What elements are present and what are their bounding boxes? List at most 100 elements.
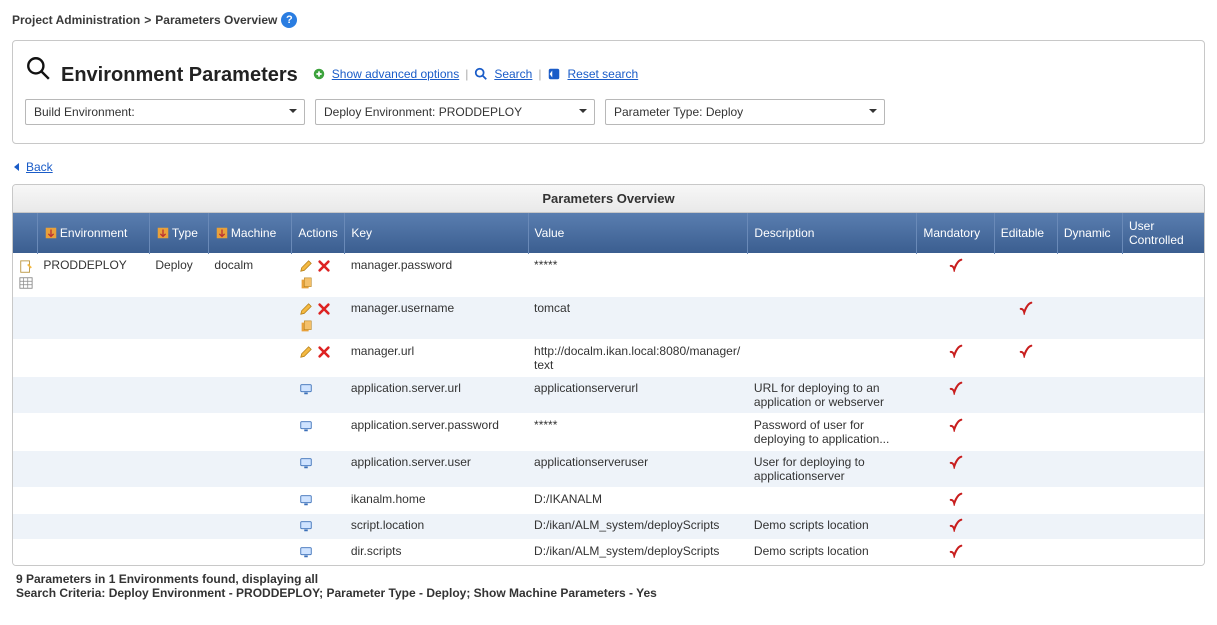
back-link[interactable]: Back xyxy=(12,160,53,174)
row-lead xyxy=(13,297,37,340)
row-lead xyxy=(13,514,37,540)
cell-machine xyxy=(208,514,291,540)
cell-type xyxy=(149,297,208,340)
cell-editable xyxy=(994,514,1057,540)
cell-description xyxy=(748,488,917,514)
cell-key: application.server.url xyxy=(345,377,528,414)
cell-dynamic xyxy=(1057,414,1122,451)
cell-description xyxy=(748,340,917,377)
cell-user xyxy=(1122,340,1204,377)
cell-value: applicationserverurl xyxy=(528,377,748,414)
sort-icon xyxy=(215,226,229,240)
col-actions: Actions xyxy=(292,213,345,254)
cell-description xyxy=(748,297,917,340)
cell-mandatory xyxy=(917,340,994,377)
param-type-select[interactable]: Parameter Type: Deploy xyxy=(605,99,885,125)
cell-editable xyxy=(994,488,1057,514)
cell-actions xyxy=(292,451,345,488)
cell-machine xyxy=(208,414,291,451)
cell-description: User for deploying to applicationserver xyxy=(748,451,917,488)
cell-dynamic xyxy=(1057,254,1122,297)
cell-type xyxy=(149,488,208,514)
deploy-env-select[interactable]: Deploy Environment: PRODDEPLOY xyxy=(315,99,595,125)
cell-environment xyxy=(37,488,149,514)
new-icon[interactable] xyxy=(19,260,31,274)
check-icon xyxy=(923,381,988,395)
results-footer: 9 Parameters in 1 Environments found, di… xyxy=(12,566,1205,606)
edit-icon[interactable] xyxy=(298,258,314,274)
cell-editable xyxy=(994,414,1057,451)
cell-editable xyxy=(994,540,1057,566)
cell-user xyxy=(1122,488,1204,514)
search-small-icon xyxy=(474,67,488,81)
cell-value: D:/ikan/ALM_system/deployScripts xyxy=(528,514,748,540)
machine-icon[interactable] xyxy=(298,492,314,508)
show-advanced-link[interactable]: Show advanced options xyxy=(332,67,459,81)
machine-icon[interactable] xyxy=(298,518,314,534)
check-icon xyxy=(923,258,988,272)
cell-actions xyxy=(292,377,345,414)
copy-icon[interactable] xyxy=(298,319,314,335)
help-icon[interactable]: ? xyxy=(281,12,297,28)
delete-icon[interactable] xyxy=(316,344,332,360)
col-mandatory: Mandatory xyxy=(917,213,994,254)
col-type[interactable]: Type xyxy=(149,213,208,254)
machine-icon[interactable] xyxy=(298,455,314,471)
cell-dynamic xyxy=(1057,540,1122,566)
col-rowactions xyxy=(13,213,37,254)
footer-line2: Search Criteria: Deploy Environment - PR… xyxy=(16,586,1201,600)
cell-actions xyxy=(292,254,345,297)
cell-environment xyxy=(37,377,149,414)
cell-value: D:/IKANALM xyxy=(528,488,748,514)
cell-actions xyxy=(292,297,345,340)
build-env-select[interactable]: Build Environment: xyxy=(25,99,305,125)
cell-description: Demo scripts location xyxy=(748,514,917,540)
cell-key: manager.url xyxy=(345,340,528,377)
cell-environment xyxy=(37,414,149,451)
cell-value: tomcat xyxy=(528,297,748,340)
table-row: dir.scriptsD:/ikan/ALM_system/deployScri… xyxy=(13,540,1204,566)
cell-mandatory xyxy=(917,414,994,451)
sort-icon xyxy=(156,226,170,240)
machine-icon[interactable] xyxy=(298,418,314,434)
cell-key: manager.password xyxy=(345,254,528,297)
cell-type xyxy=(149,451,208,488)
machine-icon[interactable] xyxy=(298,544,314,560)
cell-key: application.server.user xyxy=(345,451,528,488)
grid-icon[interactable] xyxy=(19,276,31,290)
table-title: Parameters Overview xyxy=(13,185,1204,213)
table-row: ikanalm.homeD:/IKANALM xyxy=(13,488,1204,514)
cell-machine xyxy=(208,297,291,340)
cell-environment xyxy=(37,514,149,540)
cell-machine xyxy=(208,451,291,488)
cell-user xyxy=(1122,514,1204,540)
check-icon xyxy=(923,492,988,506)
cell-user xyxy=(1122,297,1204,340)
cell-type xyxy=(149,340,208,377)
plus-icon xyxy=(312,67,326,81)
col-machine[interactable]: Machine xyxy=(208,213,291,254)
row-lead xyxy=(13,488,37,514)
edit-icon[interactable] xyxy=(298,301,314,317)
param-type-value: Parameter Type: Deploy xyxy=(614,105,743,119)
col-description: Description xyxy=(748,213,917,254)
table-row: manager.urlhttp://docalm.ikan.local:8080… xyxy=(13,340,1204,377)
search-link[interactable]: Search xyxy=(494,67,532,81)
copy-icon[interactable] xyxy=(298,276,314,292)
cell-key: manager.username xyxy=(345,297,528,340)
cell-dynamic xyxy=(1057,297,1122,340)
delete-icon[interactable] xyxy=(316,301,332,317)
edit-icon[interactable] xyxy=(298,344,314,360)
cell-mandatory xyxy=(917,451,994,488)
col-environment[interactable]: Environment xyxy=(37,213,149,254)
breadcrumb: Project Administration > Parameters Over… xyxy=(12,8,1205,40)
table-row: application.server.password*****Password… xyxy=(13,414,1204,451)
chevron-down-icon xyxy=(868,100,878,124)
reset-search-link[interactable]: Reset search xyxy=(567,67,638,81)
cell-dynamic xyxy=(1057,514,1122,540)
cell-value: http://docalm.ikan.local:8080/manager/te… xyxy=(528,340,748,377)
check-icon xyxy=(923,518,988,532)
check-icon xyxy=(1000,301,1051,315)
machine-icon[interactable] xyxy=(298,381,314,397)
delete-icon[interactable] xyxy=(316,258,332,274)
